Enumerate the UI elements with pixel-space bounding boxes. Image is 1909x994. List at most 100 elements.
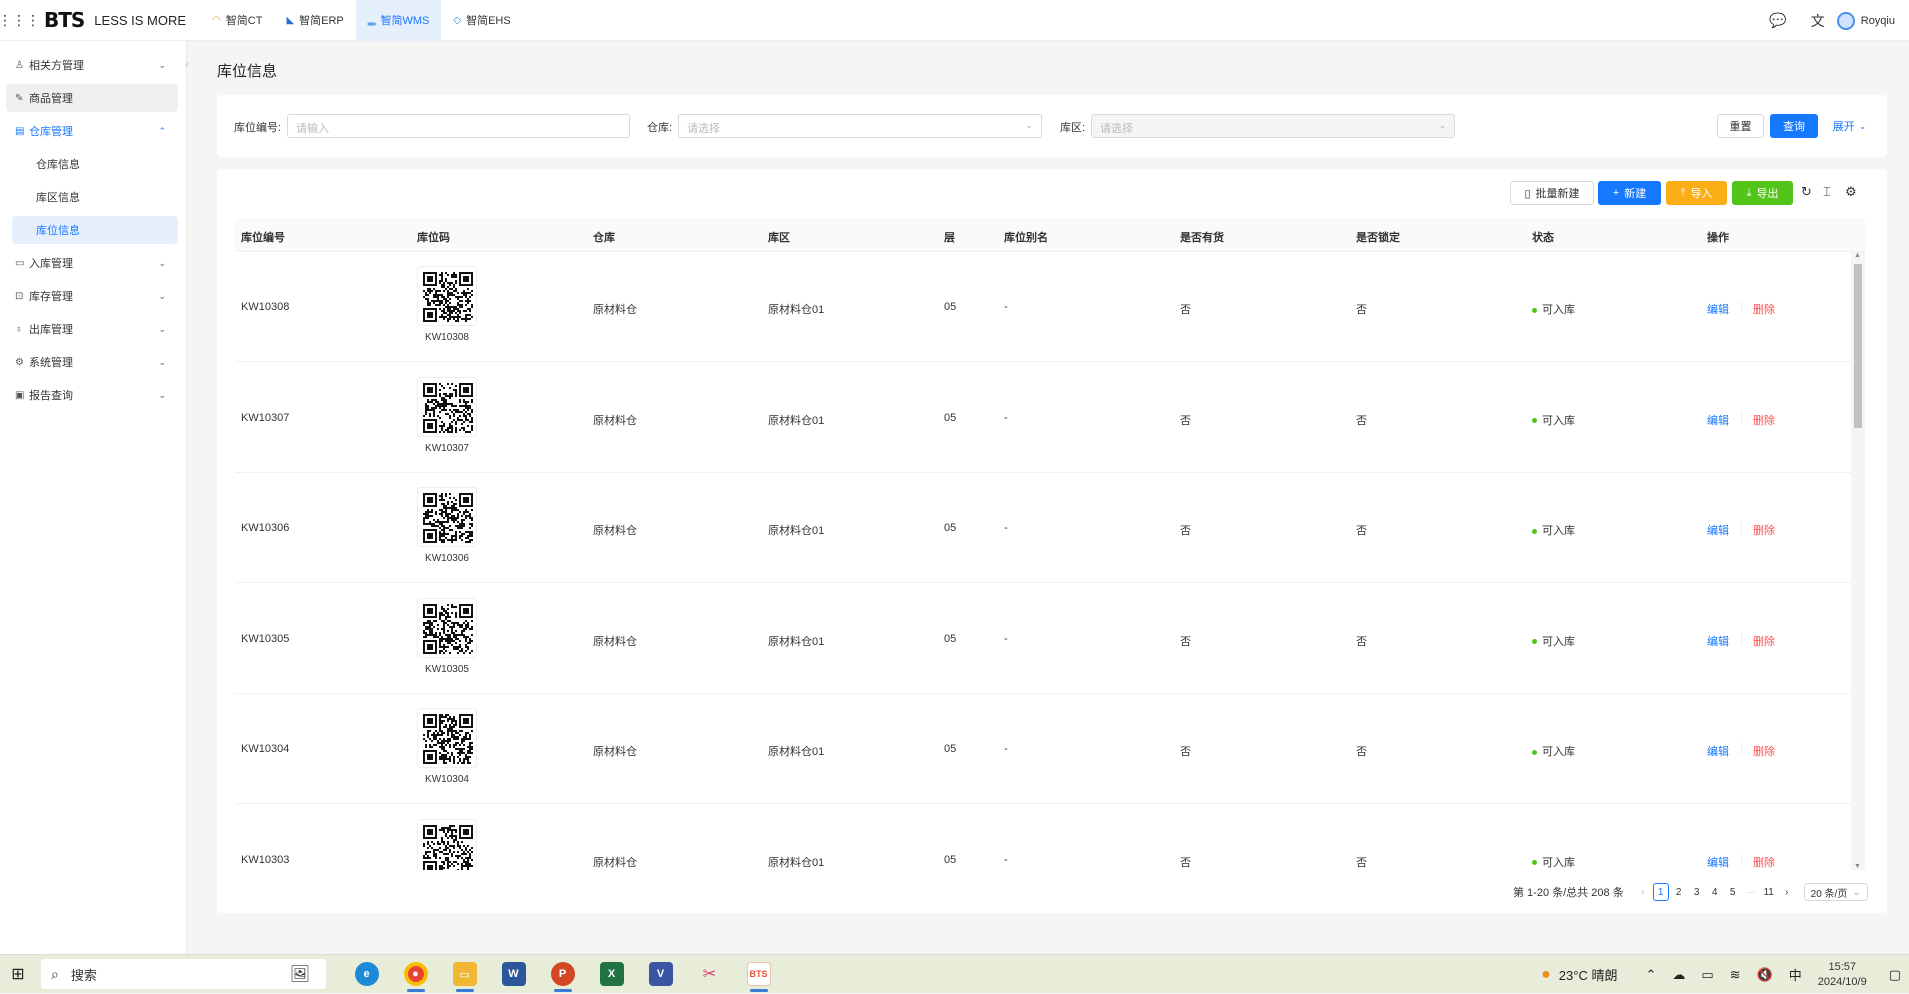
search-button[interactable]: 查询 [1770, 114, 1818, 138]
qr-code[interactable] [417, 266, 477, 326]
wechat-icon[interactable]: 💬 [1769, 12, 1786, 29]
page-4[interactable]: 4 [1707, 883, 1723, 901]
app-grid-icon[interactable]: ⋮⋮⋮ [0, 0, 40, 41]
delete-button[interactable]: 删除 [1753, 522, 1775, 538]
edit-button[interactable]: 编辑 [1707, 412, 1729, 428]
user-menu[interactable]: Royqiu [1836, 11, 1895, 30]
sidebar-item-warehouse[interactable]: ▤ 仓库管理 ⌃ [6, 117, 178, 145]
battery-icon[interactable]: ▭ [1701, 967, 1713, 983]
edit-button[interactable]: 编辑 [1707, 301, 1729, 317]
reset-button[interactable]: 重置 [1717, 114, 1764, 138]
chevron-down-icon: ⌄ [1438, 120, 1446, 130]
sidebar-item-inventory[interactable]: ⊡ 库存管理 ⌄ [6, 282, 178, 310]
app-tab-wms[interactable]: ▂ 智简WMS [355, 0, 442, 41]
qr-code[interactable] [417, 376, 477, 437]
density-icon[interactable]: ⌶ [1823, 184, 1831, 200]
zone-select[interactable]: 请选择 ⌄ [1091, 114, 1455, 138]
chevron-down-icon: ⌄ [1025, 120, 1033, 130]
sidebar-subitem-location-info[interactable]: 库位信息 [12, 216, 178, 244]
snip-icon[interactable]: ✂ [685, 955, 734, 994]
sidebar-item-partners[interactable]: ♙ 相关方管理 ⌄ [6, 51, 178, 79]
table-body: KW10308 原材料仓 原材料仓01 05- 否否 KW10308 可入库 编辑 删除 KW10… [235, 252, 1851, 870]
translate-icon[interactable]: 文 [1811, 11, 1825, 31]
edit-button[interactable]: 编辑 [1707, 522, 1729, 538]
expand-button[interactable]: 展开 ⌄ [1827, 114, 1872, 138]
app-tab-ehs[interactable]: ◇ 智简EHS [441, 0, 522, 41]
excel-icon[interactable]: X [587, 955, 636, 994]
page-1[interactable]: 1 [1652, 883, 1669, 901]
weather-icon[interactable]: ● [1541, 966, 1551, 984]
sidebar-item-outbound[interactable]: ♁ 出库管理 ⌄ [6, 315, 178, 343]
app-tab-erp[interactable]: ◣ 智简ERP [274, 0, 355, 41]
edit-button[interactable]: 编辑 [1707, 854, 1729, 870]
qr-code[interactable] [417, 708, 477, 768]
windows-start-icon[interactable]: ⊞ [0, 964, 36, 984]
scroll-down-icon[interactable]: ▼ [1854, 863, 1861, 870]
cloud-icon[interactable]: ☁ [1672, 967, 1685, 983]
wifi-icon[interactable]: ≋ [1730, 967, 1741, 983]
qr-code[interactable] [417, 818, 477, 870]
page-ellipsis[interactable]: ··· [1743, 883, 1759, 901]
qr-code[interactable] [417, 597, 477, 658]
qr-code[interactable] [417, 487, 477, 547]
delete-button[interactable]: 删除 [1753, 743, 1775, 759]
delete-button[interactable]: 删除 [1753, 854, 1775, 870]
page-3[interactable]: 3 [1689, 883, 1705, 901]
sidebar-subitem-zone-info[interactable]: 库区信息 [12, 183, 178, 211]
scroll-thumb[interactable] [1854, 264, 1862, 428]
action-divider [1741, 743, 1742, 755]
page-2[interactable]: 2 [1671, 883, 1687, 901]
volume-mute-icon[interactable]: 🔇 [1757, 967, 1773, 983]
scroll-up-icon[interactable]: ▲ [1854, 252, 1861, 259]
app-tab-label: 智简EHS [466, 15, 511, 27]
batch-new-button[interactable]: ▯ 批量新建 [1510, 181, 1594, 205]
page-5[interactable]: 5 [1725, 883, 1741, 901]
sidebar-subitem-warehouse-info[interactable]: 仓库信息 [12, 150, 178, 178]
next-page-icon[interactable]: › [1779, 883, 1795, 901]
table-scrollbar[interactable]: ▲ ▼ [1851, 252, 1865, 870]
chevron-up-icon: ⌃ [158, 125, 166, 136]
import-button[interactable]: ⤒ 导入 [1666, 181, 1727, 205]
refresh-icon[interactable]: ↻ [1801, 184, 1812, 200]
warehouse-select[interactable]: 请选择 ⌄ [678, 114, 1042, 138]
chevron-down-icon: ⌄ [158, 323, 166, 334]
status-badge: 可入库 [1532, 743, 1575, 759]
edit-button[interactable]: 编辑 [1707, 743, 1729, 759]
settings-icon[interactable]: ⚙ [1845, 184, 1857, 200]
word-icon[interactable]: W [489, 955, 538, 994]
sidebar-item-products[interactable]: ✎ 商品管理 [6, 84, 178, 112]
delete-button[interactable]: 删除 [1753, 633, 1775, 649]
taskbar-search[interactable]: ⌕ 搜索 🖼 [41, 959, 326, 989]
cell-layer: 05 [944, 853, 957, 866]
sidebar-item-inbound[interactable]: ▭ 入库管理 ⌄ [6, 249, 178, 277]
taskbar: ⊞ ⌕ 搜索 🖼 e ● ▭ W P X V ✂ BTS ● 23°C 晴朗 ⌃… [0, 954, 1909, 993]
chevron-up-icon[interactable]: ⌃ [1645, 967, 1656, 983]
notification-icon[interactable]: ▢ [1889, 967, 1901, 983]
ime-indicator[interactable]: 中 [1789, 965, 1802, 984]
sidebar-item-system[interactable]: ⚙ 系统管理 ⌄ [6, 348, 178, 376]
qr-label: KW10308 [425, 332, 469, 343]
page-size-select[interactable]: 20 条/页 ⌄ [1803, 883, 1868, 901]
edit-button[interactable]: 编辑 [1707, 633, 1729, 649]
new-button[interactable]: + 新建 [1598, 181, 1661, 205]
export-button[interactable]: ⤓ 导出 [1732, 181, 1793, 205]
prev-page-icon[interactable]: ‹ [1635, 883, 1651, 901]
sidebar-item-reports[interactable]: ▣ 报告查询 ⌄ [6, 381, 178, 409]
edge-icon[interactable]: e [342, 955, 391, 994]
powerpoint-icon[interactable]: P [538, 955, 587, 994]
visio-icon[interactable]: V [636, 955, 685, 994]
code-input[interactable]: 请输入 [287, 114, 630, 138]
delete-button[interactable]: 删除 [1753, 412, 1775, 428]
page-11[interactable]: 11 [1761, 883, 1777, 901]
app-tab-ct[interactable]: ◠ 智简CT [200, 0, 274, 41]
chrome-icon[interactable]: ● [391, 955, 440, 994]
sidebar-collapse-icon[interactable]: ‹ [180, 54, 194, 76]
delete-button[interactable]: 删除 [1753, 301, 1775, 317]
taskbar-apps: e ● ▭ W P X V ✂ BTS [342, 955, 783, 994]
file-explorer-icon[interactable]: ▭ [440, 955, 489, 994]
clock[interactable]: 15:57 2024/10/9 [1818, 960, 1867, 990]
import-label: 导入 [1690, 188, 1713, 200]
weather-text[interactable]: 23°C 晴朗 [1559, 965, 1618, 984]
bts-app-icon[interactable]: BTS [734, 955, 783, 994]
user-name: Royqiu [1860, 14, 1895, 27]
